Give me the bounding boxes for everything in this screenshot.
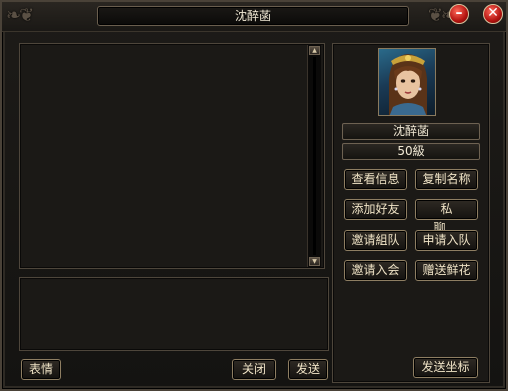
close-button[interactable]: 关闭 [232,359,276,380]
view-info-button[interactable]: 查看信息 [344,169,407,190]
scroll-up-arrow-icon[interactable]: ▲ [309,46,320,55]
character-name: 沈醉菡 [342,123,480,140]
portrait-icon [389,54,427,115]
send-coordinates-button[interactable]: 发送坐标 [413,357,478,378]
scroll-down-arrow-icon[interactable]: ▼ [309,257,320,266]
chat-history-panel[interactable] [19,43,325,269]
invite-guild-button[interactable]: 邀请入会 [344,260,407,281]
message-input-field[interactable] [19,277,329,351]
send-button[interactable]: 发送 [288,359,328,380]
window-title: 沈醉菡 [97,6,409,26]
send-flowers-button[interactable]: 赠送鲜花 [415,260,478,281]
emote-button[interactable]: 表情 [21,359,61,380]
dragon-ornament-left-icon: ❧❦ [6,5,34,26]
private-chat-button[interactable]: 私聊 [415,199,478,235]
minimize-button[interactable]: – [449,4,469,24]
character-level: 50級 [342,143,480,160]
scroll-track[interactable] [313,57,316,255]
add-friend-button[interactable]: 添加好友 [344,199,407,220]
character-portrait-avatar [378,48,436,116]
title-bar[interactable]: ❧❦ 沈醉菡 ❦❧ – ✕ [2,2,506,32]
invite-team-button[interactable]: 邀请組队 [344,230,407,251]
close-window-button[interactable]: ✕ [483,4,503,24]
private-chat-window: ❧❦ 沈醉菡 ❦❧ – ✕ ▲ ▼ 沈醉菡 50級 查看信息 复制名称 添加好友… [0,0,508,391]
chat-history-scrollbar[interactable]: ▲ ▼ [307,45,321,267]
dragon-ornament-right-icon: ❦❧ [427,5,456,26]
copy-name-button[interactable]: 复制名称 [415,169,478,190]
request-join-team-button[interactable]: 申请入队 [415,230,478,251]
